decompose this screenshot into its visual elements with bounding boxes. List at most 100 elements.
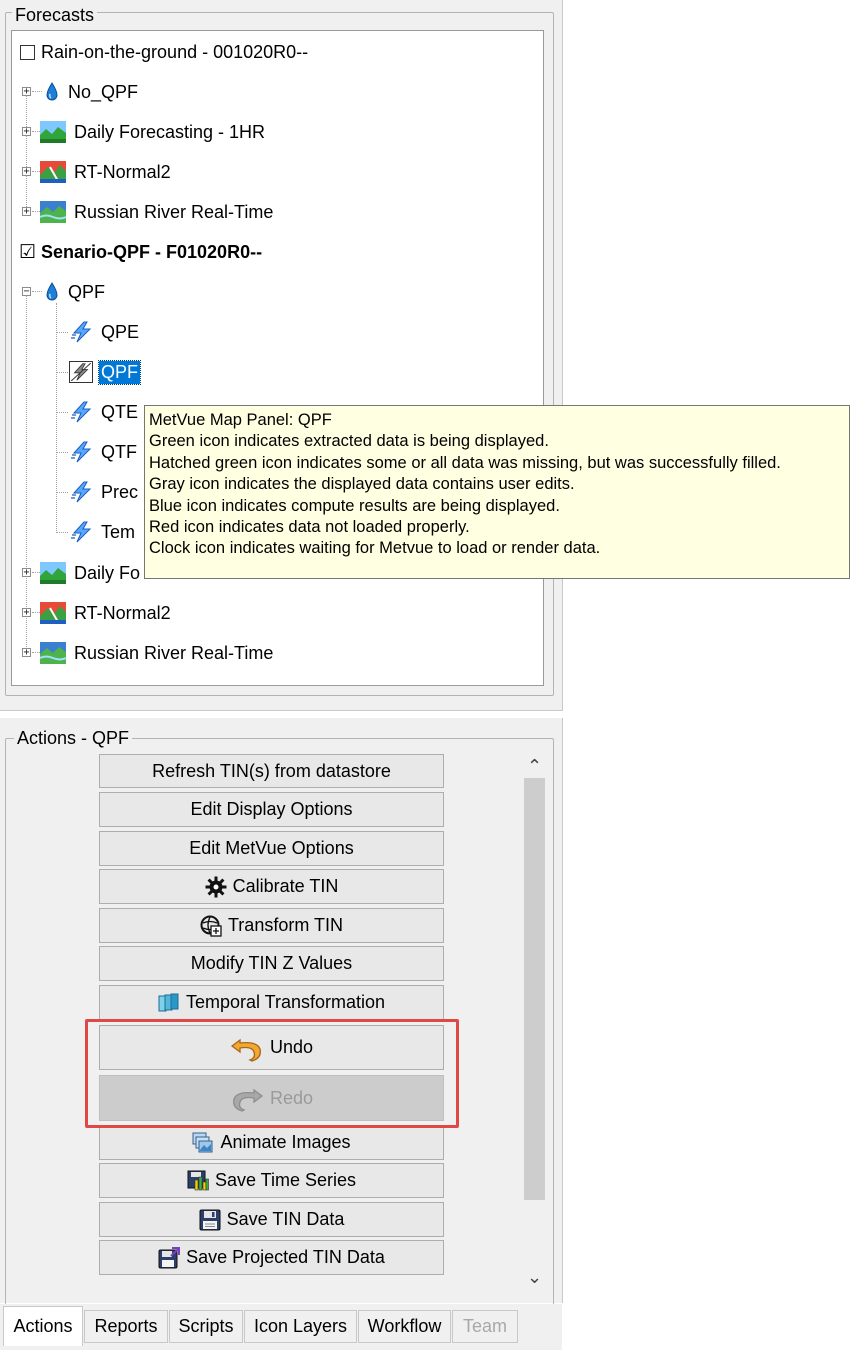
tree-item-daily-forecasting[interactable]: Daily Forecasting - 1HR [40,117,265,147]
tooltip-line: MetVue Map Panel: QPF [149,411,332,429]
lightning-blue-icon [69,440,95,464]
expand-russian-river-2[interactable]: + [22,648,31,658]
tree-item-senario-qpf[interactable]: ☑ Senario-QPF - F01020R0-- [19,237,263,267]
globe-transform-icon [200,915,222,937]
floppy-icon [199,1209,221,1231]
save-chart-icon [187,1170,209,1192]
tree-item-qte[interactable]: QTE [69,397,138,427]
tree-item-label: Tem [101,521,136,542]
button-label: Edit Display Options [190,799,353,819]
button-label: Transform TIN [227,915,343,935]
tree-item-label: Rain-on-the-ground - 001020R0-- [41,41,309,62]
calibrate-tin-button[interactable]: Calibrate TIN [99,869,444,904]
tooltip-line: Blue icon indicates compute results are … [149,496,560,515]
button-label: Modify TIN Z Values [190,953,353,973]
tree-item-qpf-selected[interactable]: QPF [69,357,142,387]
tree-item-label: No_QPF [68,81,139,102]
tree-item-label: Daily Fo [74,562,141,583]
tree-item-label: QPF [97,359,142,385]
tooltip-line: Red icon indicates data not loaded prope… [149,518,470,537]
save-time-series-button[interactable]: Save Time Series [99,1163,444,1198]
edit-metvue-options-button[interactable]: Edit MetVue Options [99,831,444,866]
tree-item-label: Senario-QPF - F01020R0-- [41,241,263,262]
scroll-thumb[interactable] [524,778,545,1200]
button-label: Temporal Transformation [185,992,386,1012]
actions-group-title: Actions - QPF [14,728,133,748]
tree-item-prec[interactable]: Prec [69,477,138,507]
tree-item-label: RT-Normal2 [74,161,171,182]
undo-redo-highlight [85,1019,459,1128]
gear-icon [205,876,227,898]
lightning-blue-icon [69,480,95,504]
temporal-transformation-button[interactable]: Temporal Transformation [99,985,444,1020]
layers-icon [158,992,180,1014]
tree-item-russian-river-2[interactable]: Russian River Real-Time [40,638,273,668]
scroll-down-arrow[interactable]: ⌄ [524,1266,545,1288]
tree-item-tem[interactable]: Tem [69,517,135,547]
water-drop-icon [44,80,60,104]
expand-rt-normal2[interactable]: + [22,167,31,177]
floppy-export-icon [158,1246,181,1269]
expand-no-qpf[interactable]: + [22,87,31,97]
bottom-tab-bar: Actions Reports Scripts Icon Layers Work… [0,1304,562,1350]
landscape-green-icon [40,120,66,144]
landscape-red-icon [40,160,66,184]
tree-item-label: QTF [101,441,137,462]
modify-tin-z-values-button[interactable]: Modify TIN Z Values [99,946,444,981]
landscape-green-icon [40,561,66,585]
tree-item-label: RT-Normal2 [74,602,171,623]
tooltip-line: Clock icon indicates waiting for Metvue … [149,539,601,558]
animate-images-button[interactable]: Animate Images [99,1125,444,1160]
lightning-blue-icon [69,520,95,544]
metvue-tooltip: MetVue Map Panel: QPF Green icon indicat… [144,405,850,579]
tab-team: Team [452,1310,518,1343]
button-label: Refresh TIN(s) from datastore [152,760,391,781]
tree-item-label: Prec [101,481,139,502]
refresh-tins-button[interactable]: Refresh TIN(s) from datastore [99,754,444,788]
tree-item-qtf[interactable]: QTF [69,437,137,467]
senario-qpf-checkbox[interactable]: ☑ [19,243,36,262]
lightning-gray-icon [69,361,93,383]
tab-workflow[interactable]: Workflow [358,1310,451,1343]
landscape-blue-icon [40,200,66,224]
tree-item-qpe[interactable]: QPE [69,317,139,347]
tree-item-daily-forecasting-2[interactable]: Daily Fo [40,558,140,588]
tooltip-line: Gray icon indicates the displayed data c… [149,475,575,494]
images-icon [192,1132,214,1154]
tree-item-label: QPF [68,281,106,302]
forecast-tree[interactable]: Rain-on-the-ground - 001020R0-- + No_QPF… [11,30,544,686]
button-label: Edit MetVue Options [189,838,354,858]
button-label: Save Projected TIN Data [186,1247,385,1267]
tab-scripts[interactable]: Scripts [169,1310,243,1343]
tooltip-line: Green icon indicates extracted data is b… [149,432,549,451]
transform-tin-button[interactable]: Transform TIN [99,908,444,943]
tree-item-label: QPE [101,321,140,342]
scroll-up-arrow[interactable]: ⌃ [524,756,545,776]
forecasts-panel: Forecasts Rain-on-the-ground - 001020R0-… [0,0,563,711]
tree-item-rain-on-the-ground[interactable]: Rain-on-the-ground - 001020R0-- [20,37,308,67]
tab-icon-layers[interactable]: Icon Layers [244,1310,357,1343]
forecasts-group-title: Forecasts [12,5,98,25]
edit-display-options-button[interactable]: Edit Display Options [99,792,444,827]
tree-item-rt-normal2-2[interactable]: RT-Normal2 [40,598,171,628]
rain-on-the-ground-checkbox[interactable] [20,44,35,60]
tree-item-label: QTE [101,401,139,422]
tree-item-rt-normal2[interactable]: RT-Normal2 [40,157,171,187]
tab-actions[interactable]: Actions [3,1306,83,1346]
tree-item-russian-river[interactable]: Russian River Real-Time [40,197,273,227]
button-label: Save Time Series [214,1170,357,1190]
tab-reports[interactable]: Reports [84,1310,168,1343]
expand-daily-forecasting-2[interactable]: + [22,568,31,578]
tree-item-no-qpf[interactable]: No_QPF [44,77,138,107]
lightning-blue-icon [69,320,95,344]
tree-item-qpf-folder[interactable]: QPF [44,277,105,307]
landscape-blue-icon [40,641,66,665]
tree-item-label: Daily Forecasting - 1HR [74,121,266,142]
save-tin-data-button[interactable]: Save TIN Data [99,1202,444,1237]
expand-rt-normal2-2[interactable]: + [22,608,31,618]
save-projected-tin-data-button[interactable]: Save Projected TIN Data [99,1240,444,1275]
collapse-qpf[interactable]: − [22,287,31,297]
expand-daily-forecasting[interactable]: + [22,127,31,137]
expand-russian-river[interactable]: + [22,207,31,217]
water-drop-icon [44,280,60,304]
